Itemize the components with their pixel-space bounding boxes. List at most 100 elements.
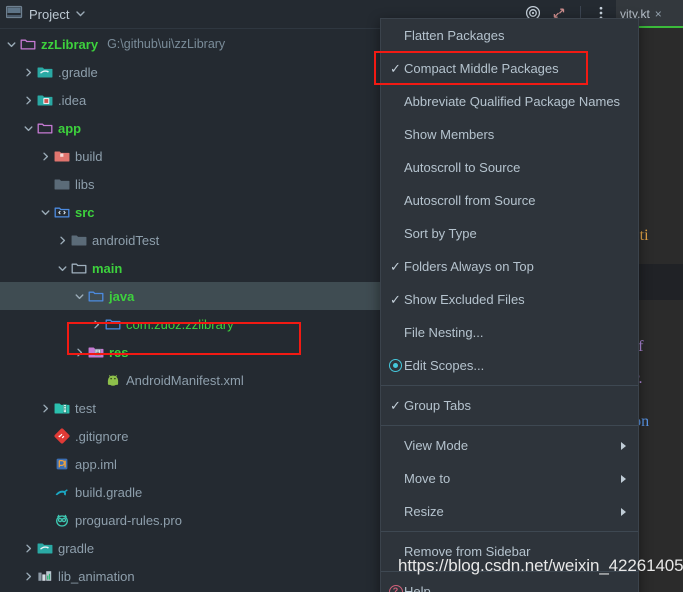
tree-row-label: gradle bbox=[58, 540, 95, 556]
menu-item-label: Resize bbox=[404, 504, 444, 519]
chevron-right-icon[interactable] bbox=[57, 235, 68, 246]
menu-item[interactable]: Show Members bbox=[381, 118, 638, 151]
chevron-right-icon[interactable] bbox=[40, 403, 51, 414]
folder-package-icon bbox=[105, 316, 121, 332]
chevron-right-icon[interactable] bbox=[23, 95, 34, 106]
folder-test-icon bbox=[54, 400, 70, 416]
checkmark-icon: ✓ bbox=[390, 61, 401, 76]
menu-item-label: Autoscroll from Source bbox=[404, 193, 536, 208]
menu-item[interactable]: ✓ Show Excluded Files bbox=[381, 283, 638, 316]
chevron-right-icon[interactable] bbox=[74, 347, 85, 358]
project-window-icon bbox=[5, 5, 23, 23]
tree-row-label: src bbox=[75, 204, 95, 220]
menu-item-label: Help bbox=[404, 584, 431, 592]
chevron-down-icon[interactable] bbox=[75, 7, 86, 22]
tree-row-label: main bbox=[92, 260, 123, 276]
folder-gradle-icon bbox=[37, 540, 53, 556]
android-icon bbox=[105, 372, 121, 388]
chevron-right-icon[interactable] bbox=[23, 543, 34, 554]
chevron-down-icon[interactable] bbox=[57, 263, 68, 274]
folder-module-icon bbox=[20, 36, 36, 52]
menu-item[interactable]: Sort by Type bbox=[381, 217, 638, 250]
tree-row-path: G:\github\ui\zzLibrary bbox=[107, 37, 226, 51]
help-circle-icon: ? bbox=[387, 584, 404, 592]
menu-item[interactable]: Abbreviate Qualified Package Names bbox=[381, 85, 638, 118]
scope-radio-icon bbox=[387, 359, 404, 372]
menu-item[interactable]: Edit Scopes... bbox=[381, 349, 638, 382]
menu-item[interactable]: ✓ Folders Always on Top bbox=[381, 250, 638, 283]
chevron-right-icon[interactable] bbox=[40, 151, 51, 162]
menu-separator bbox=[381, 425, 638, 426]
menu-item-label: Move to bbox=[404, 471, 451, 486]
submenu-arrow-icon bbox=[621, 507, 626, 516]
submenu-arrow-icon bbox=[621, 441, 626, 450]
folder-source-root-icon bbox=[54, 204, 70, 220]
menu-item[interactable]: Resize bbox=[381, 495, 638, 528]
tree-row-label: build.gradle bbox=[75, 484, 143, 500]
folder-source-icon bbox=[88, 288, 104, 304]
menu-item-label: File Nesting... bbox=[404, 325, 484, 340]
chevron-down-icon[interactable] bbox=[40, 207, 51, 218]
tree-row-label: java bbox=[109, 288, 135, 304]
tree-row-label: com.zuoz.zzlibrary bbox=[126, 316, 234, 332]
tree-row-label: app bbox=[58, 120, 82, 136]
folder-plain-icon bbox=[54, 176, 70, 192]
menu-item-label: Autoscroll to Source bbox=[404, 160, 521, 175]
tree-row-label: build bbox=[75, 148, 103, 164]
submenu-arrow-icon bbox=[621, 474, 626, 483]
menu-item-label: Abbreviate Qualified Package Names bbox=[404, 94, 621, 109]
chevron-down-icon[interactable] bbox=[74, 291, 85, 302]
folder-outline-icon bbox=[71, 260, 87, 276]
close-icon[interactable]: × bbox=[655, 7, 662, 21]
menu-item[interactable]: ✓ Group Tabs bbox=[381, 389, 638, 422]
menu-separator bbox=[381, 385, 638, 386]
checkmark-icon: ✓ bbox=[390, 259, 401, 274]
tree-row-label: test bbox=[75, 400, 96, 416]
chevron-down-icon[interactable] bbox=[23, 123, 34, 134]
folder-build-icon bbox=[54, 148, 70, 164]
folder-plain-icon bbox=[71, 232, 87, 248]
menu-item[interactable]: Move to bbox=[381, 462, 638, 495]
project-view-options-menu[interactable]: Flatten Packages ✓ Compact Middle Packages… bbox=[380, 18, 639, 592]
page-title: Project bbox=[29, 6, 70, 22]
menu-separator bbox=[381, 531, 638, 532]
tree-row-label: .gitignore bbox=[75, 428, 129, 444]
tree-row-label: zzLibrary bbox=[41, 36, 99, 52]
menu-item[interactable]: ? Help bbox=[381, 575, 638, 592]
git-icon bbox=[54, 428, 70, 444]
menu-item-label: Show Excluded Files bbox=[404, 292, 525, 307]
menu-item-label: View Mode bbox=[404, 438, 469, 453]
tree-row-label: app.iml bbox=[75, 456, 117, 472]
gradle-icon bbox=[54, 484, 70, 500]
folder-gradle-icon bbox=[37, 64, 53, 80]
menu-item[interactable]: ✓ Compact Middle Packages bbox=[381, 52, 638, 85]
tree-row-label: androidTest bbox=[92, 232, 160, 248]
tree-row-label: .gradle bbox=[58, 64, 98, 80]
menu-item-label: Sort by Type bbox=[404, 226, 477, 241]
chevron-down-icon[interactable] bbox=[6, 39, 17, 50]
checkmark-icon: ✓ bbox=[390, 398, 401, 413]
menu-item-label: Show Members bbox=[404, 127, 495, 142]
folder-module-icon bbox=[37, 120, 53, 136]
tree-row-label: AndroidManifest.xml bbox=[126, 372, 244, 388]
chevron-right-icon[interactable] bbox=[23, 571, 34, 582]
screenshot-root: vity.kt × Actide fper.tCon Proje bbox=[0, 0, 683, 592]
tree-row-label: lib_animation bbox=[58, 568, 135, 584]
tree-row-label: .idea bbox=[58, 92, 87, 108]
menu-item[interactable]: File Nesting... bbox=[381, 316, 638, 349]
menu-item-label: Flatten Packages bbox=[404, 28, 505, 43]
project-title-group[interactable]: Project bbox=[5, 5, 86, 23]
proguard-owl-icon bbox=[54, 512, 70, 528]
menu-item[interactable]: Autoscroll from Source bbox=[381, 184, 638, 217]
menu-item[interactable]: Autoscroll to Source bbox=[381, 151, 638, 184]
chevron-right-icon[interactable] bbox=[91, 319, 102, 330]
menu-item-label: Compact Middle Packages bbox=[404, 61, 559, 76]
menu-item-label: Edit Scopes... bbox=[404, 358, 485, 373]
menu-item[interactable]: Flatten Packages bbox=[381, 19, 638, 52]
tree-row-label: libs bbox=[75, 176, 95, 192]
menu-item[interactable]: View Mode bbox=[381, 429, 638, 462]
chevron-right-icon[interactable] bbox=[23, 67, 34, 78]
iml-icon bbox=[54, 456, 70, 472]
folder-res-icon bbox=[88, 344, 104, 360]
folder-library-icon bbox=[37, 568, 53, 584]
